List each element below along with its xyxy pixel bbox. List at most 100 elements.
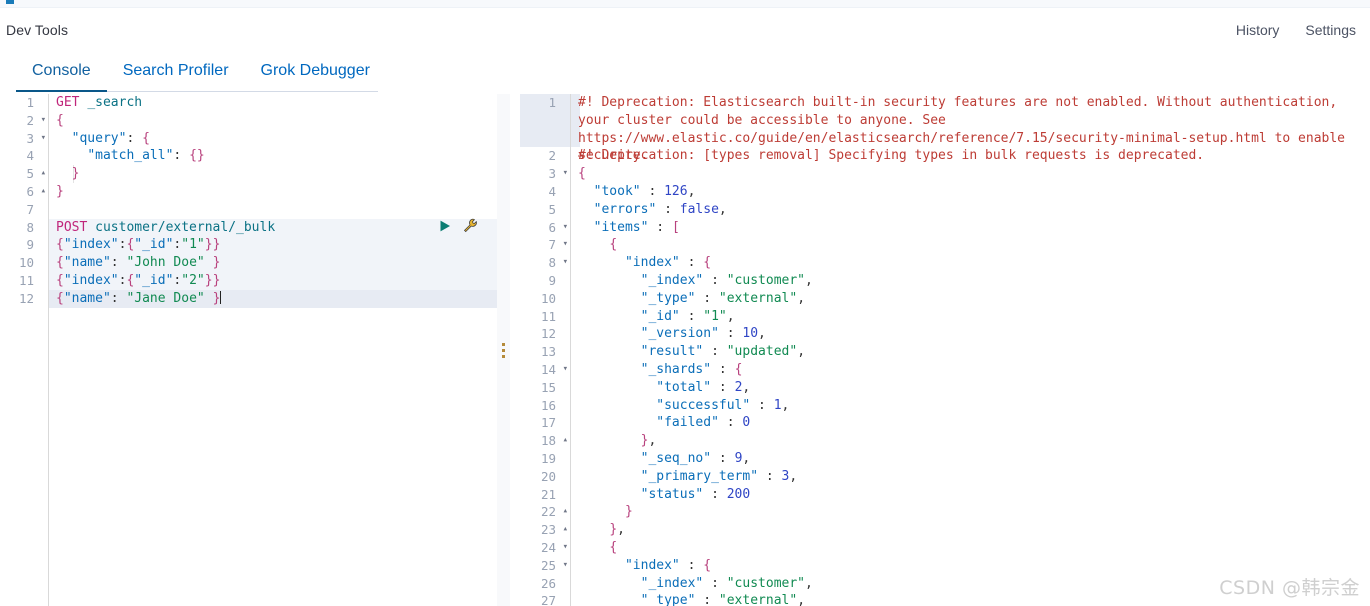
- code-line[interactable]: }: [570, 503, 1370, 521]
- code-line[interactable]: "items" : [: [570, 219, 1370, 237]
- code-line[interactable]: "_shards" : {: [570, 361, 1370, 379]
- dev-tools-app: Dev Tools History Settings Console Searc…: [0, 0, 1370, 606]
- line-number: 18: [540, 433, 556, 449]
- response-editor[interactable]: 1 2 3 ▾ 4 5 6 ▾ 7 ▾ 8 ▾ 9 10 11 12 13 14 ▾ 15 16 17 18 ▴ 19 20 21 2…: [510, 94, 1370, 606]
- line-number-row: 2: [510, 147, 570, 165]
- code-line[interactable]: {"name": "Jane Doe" }: [48, 290, 497, 308]
- code-fold-toggle[interactable]: ▾: [563, 539, 568, 557]
- code-line[interactable]: "result" : "updated",: [570, 343, 1370, 361]
- code-line[interactable]: "_id" : "1",: [570, 308, 1370, 326]
- tab-console[interactable]: Console: [16, 52, 107, 92]
- code-line[interactable]: "_type" : "external",: [570, 592, 1370, 606]
- line-number: 12: [540, 326, 556, 342]
- code-fold-toggle[interactable]: ▴: [563, 503, 568, 521]
- tab-grok-debugger-label: Grok Debugger: [260, 62, 370, 79]
- line-number: 8: [26, 219, 34, 235]
- line-number: 13: [540, 344, 556, 360]
- tab-grok-debugger[interactable]: Grok Debugger: [245, 52, 386, 92]
- code-line[interactable]: GET _search: [48, 94, 497, 112]
- code-fold-toggle[interactable]: ▾: [563, 219, 568, 237]
- response-gutter[interactable]: 1 2 3 ▾ 4 5 6 ▾ 7 ▾ 8 ▾ 9 10 11 12 13 14 ▾ 15 16 17 18 ▴ 19 20 21 2…: [510, 94, 570, 606]
- line-number: 22: [540, 504, 556, 520]
- tab-search-profiler[interactable]: Search Profiler: [107, 52, 245, 92]
- code-line[interactable]: {"name": "John Doe" }: [48, 254, 497, 272]
- code-fold-toggle[interactable]: ▾: [41, 130, 46, 148]
- code-line[interactable]: }: [48, 183, 497, 201]
- line-number-row: 6 ▾: [510, 219, 570, 237]
- code-line[interactable]: "took" : 126,: [570, 183, 1370, 201]
- code-fold-toggle[interactable]: ▴: [563, 521, 568, 539]
- code-line[interactable]: "_version" : 10,: [570, 325, 1370, 343]
- code-line[interactable]: "total" : 2,: [570, 379, 1370, 397]
- code-fold-toggle[interactable]: ▾: [563, 165, 568, 183]
- play-icon[interactable]: [438, 219, 452, 233]
- line-number-row: 7 ▾: [510, 236, 570, 254]
- code-line[interactable]: "status" : 200: [570, 486, 1370, 504]
- code-line[interactable]: },: [570, 432, 1370, 450]
- request-action-buttons: [438, 218, 478, 233]
- line-number-row: 24 ▾: [510, 539, 570, 557]
- code-line[interactable]: "successful" : 1,: [570, 397, 1370, 415]
- history-link[interactable]: History: [1236, 22, 1280, 38]
- tab-bar: Console Search Profiler Grok Debugger: [0, 52, 1370, 92]
- code-fold-toggle[interactable]: ▾: [563, 361, 568, 379]
- code-line[interactable]: [48, 201, 497, 219]
- line-number-row: 15: [510, 379, 570, 397]
- settings-link[interactable]: Settings: [1305, 22, 1356, 38]
- request-editor-pane[interactable]: 1 2 ▾ 3 ▾ 4 5 ▴ 6 ▴ 7 8 9 10 11 12 GET _search{ "query"…: [0, 94, 497, 606]
- line-number: 12: [18, 290, 34, 306]
- request-gutter[interactable]: 1 2 ▾ 3 ▾ 4 5 ▴ 6 ▴ 7 8 9 10 11 12: [0, 94, 48, 606]
- code-line[interactable]: "errors" : false,: [570, 201, 1370, 219]
- request-code-area[interactable]: GET _search{ "query": { "match_all": {} …: [48, 94, 497, 606]
- line-number-row: 8: [0, 219, 48, 237]
- line-number: 1: [548, 95, 556, 110]
- code-line[interactable]: #! Deprecation: [types removal] Specifyi…: [570, 147, 1370, 165]
- code-line[interactable]: },: [570, 521, 1370, 539]
- code-line[interactable]: "index" : {: [570, 254, 1370, 272]
- code-line[interactable]: "_index" : "customer",: [570, 575, 1370, 593]
- response-code-area[interactable]: #! Deprecation: Elasticsearch built-in s…: [570, 94, 1370, 606]
- code-line[interactable]: {"index":{"_id":"2"}}: [48, 272, 497, 290]
- code-line[interactable]: {: [570, 539, 1370, 557]
- grip-dots-icon: [502, 342, 505, 358]
- code-line[interactable]: {: [570, 236, 1370, 254]
- code-line[interactable]: POST customer/external/_bulk: [48, 219, 497, 237]
- line-number: 6: [26, 183, 34, 199]
- code-fold-toggle[interactable]: ▾: [41, 112, 46, 130]
- code-line[interactable]: "_index" : "customer",: [570, 272, 1370, 290]
- line-number-row: 8 ▾: [510, 254, 570, 272]
- code-line[interactable]: }: [48, 165, 497, 183]
- code-fold-toggle[interactable]: ▴: [41, 165, 46, 183]
- request-editor[interactable]: 1 2 ▾ 3 ▾ 4 5 ▴ 6 ▴ 7 8 9 10 11 12 GET _search{ "query"…: [0, 94, 497, 606]
- code-line[interactable]: {: [48, 112, 497, 130]
- code-line[interactable]: "failed" : 0: [570, 414, 1370, 432]
- code-line[interactable]: "_primary_term" : 3,: [570, 468, 1370, 486]
- line-number-row: 10: [510, 290, 570, 308]
- code-line[interactable]: "match_all": {}: [48, 147, 497, 165]
- line-number-row: 11: [510, 308, 570, 326]
- wrench-icon[interactable]: [463, 218, 478, 233]
- code-fold-toggle[interactable]: ▴: [41, 183, 46, 201]
- code-line[interactable]: #! Deprecation: Elasticsearch built-in s…: [570, 94, 1370, 163]
- code-line[interactable]: "query": {: [48, 130, 497, 148]
- header-actions: History Settings: [1236, 22, 1356, 38]
- line-number: 19: [540, 450, 556, 466]
- line-number: 8: [548, 255, 556, 271]
- code-line[interactable]: "index" : {: [570, 557, 1370, 575]
- code-fold-toggle[interactable]: ▴: [563, 432, 568, 450]
- code-line[interactable]: {"index":{"_id":"1"}}: [48, 236, 497, 254]
- pane-resize-handle[interactable]: [497, 94, 510, 606]
- code-fold-toggle[interactable]: ▾: [563, 236, 568, 254]
- line-number-row: 11: [0, 272, 48, 290]
- text-caret: [220, 290, 222, 304]
- code-line[interactable]: "_seq_no" : 9,: [570, 450, 1370, 468]
- line-number: 27: [540, 593, 556, 606]
- code-fold-toggle[interactable]: ▾: [563, 254, 568, 272]
- code-fold-toggle[interactable]: ▾: [563, 557, 568, 575]
- line-number: 10: [18, 255, 34, 271]
- line-number-row: 9: [510, 272, 570, 290]
- line-number-row: 19: [510, 450, 570, 468]
- code-line[interactable]: "_type" : "external",: [570, 290, 1370, 308]
- code-line[interactable]: {: [570, 165, 1370, 183]
- response-editor-pane[interactable]: 1 2 3 ▾ 4 5 6 ▾ 7 ▾ 8 ▾ 9 10 11 12 13 14 ▾ 15 16 17 18 ▴ 19 20 21 2…: [510, 94, 1370, 606]
